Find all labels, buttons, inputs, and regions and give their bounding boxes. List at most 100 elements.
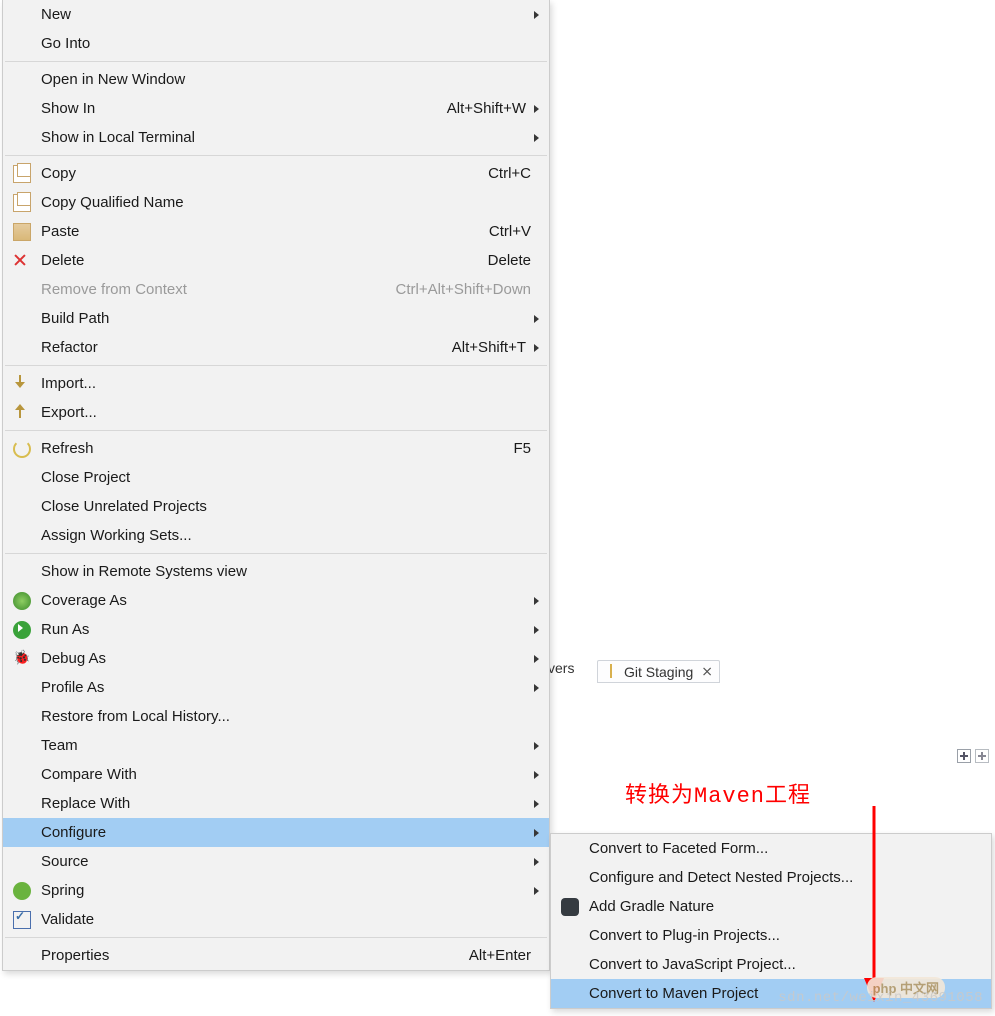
submenu-nested[interactable]: Configure and Detect Nested Projects... <box>551 863 991 892</box>
submenu-gradle-label: Add Gradle Nature <box>589 898 981 915</box>
run-icon <box>13 621 31 639</box>
menu-build-path[interactable]: Build Path <box>3 304 549 333</box>
menu-properties-label: Properties <box>41 947 469 964</box>
menu-validate-label: Validate <box>41 911 539 928</box>
submenu-arrow-icon <box>534 829 539 837</box>
menu-show-in-accel: Alt+Shift+W <box>447 100 534 117</box>
import-icon <box>13 375 31 393</box>
menu-copy-qualified-label: Copy Qualified Name <box>41 194 539 211</box>
menu-copy-accel: Ctrl+C <box>488 165 539 182</box>
refresh-icon <box>13 440 31 458</box>
validate-icon <box>13 911 31 929</box>
separator <box>5 430 547 431</box>
menu-copy-label: Copy <box>41 165 488 182</box>
menu-team-label: Team <box>41 737 534 754</box>
menu-restore-history[interactable]: Restore from Local History... <box>3 702 549 731</box>
separator <box>5 937 547 938</box>
submenu-arrow-icon <box>534 105 539 113</box>
menu-refresh-label: Refresh <box>41 440 513 457</box>
debug-icon: 🐞 <box>13 650 31 668</box>
menu-profile-as[interactable]: Profile As <box>3 673 549 702</box>
menu-delete-label: Delete <box>41 252 488 269</box>
submenu-nested-label: Configure and Detect Nested Projects... <box>589 869 981 886</box>
submenu-arrow-icon <box>534 742 539 750</box>
gradle-icon <box>561 898 579 916</box>
spring-icon <box>13 882 31 900</box>
submenu-faceted[interactable]: Convert to Faceted Form... <box>551 834 991 863</box>
menu-assign-ws[interactable]: Assign Working Sets... <box>3 521 549 550</box>
menu-close-unrelated[interactable]: Close Unrelated Projects <box>3 492 549 521</box>
add-icon[interactable] <box>957 749 971 763</box>
submenu-plugin[interactable]: Convert to Plug-in Projects... <box>551 921 991 950</box>
menu-properties[interactable]: Properties Alt+Enter <box>3 941 549 970</box>
menu-assign-ws-label: Assign Working Sets... <box>41 527 539 544</box>
submenu-arrow-icon <box>534 858 539 866</box>
menu-profile-as-label: Profile As <box>41 679 534 696</box>
menu-copy[interactable]: Copy Ctrl+C <box>3 159 549 188</box>
tab-servers-fragment[interactable]: vers <box>548 660 574 676</box>
menu-show-local-terminal[interactable]: Show in Local Terminal <box>3 123 549 152</box>
paste-icon <box>13 223 31 241</box>
menu-remove-context-accel: Ctrl+Alt+Shift+Down <box>396 281 539 298</box>
menu-delete[interactable]: Delete Delete <box>3 246 549 275</box>
menu-import-label: Import... <box>41 375 539 392</box>
submenu-arrow-icon <box>534 11 539 19</box>
menu-remove-context-label: Remove from Context <box>41 281 396 298</box>
menu-close-unrelated-label: Close Unrelated Projects <box>41 498 539 515</box>
menu-show-in[interactable]: Show In Alt+Shift+W <box>3 94 549 123</box>
git-branch-icon <box>604 664 620 680</box>
menu-spring-label: Spring <box>41 882 534 899</box>
menu-source-label: Source <box>41 853 534 870</box>
menu-show-remote-label: Show in Remote Systems view <box>41 563 539 580</box>
menu-import[interactable]: Import... <box>3 369 549 398</box>
menu-replace-with[interactable]: Replace With <box>3 789 549 818</box>
menu-copy-qualified[interactable]: Copy Qualified Name <box>3 188 549 217</box>
menu-coverage-as-label: Coverage As <box>41 592 534 609</box>
menu-open-new-window-label: Open in New Window <box>41 71 539 88</box>
submenu-js-label: Convert to JavaScript Project... <box>589 956 981 973</box>
menu-run-as[interactable]: Run As <box>3 615 549 644</box>
export-icon <box>13 404 31 422</box>
submenu-gradle[interactable]: Add Gradle Nature <box>551 892 991 921</box>
menu-export[interactable]: Export... <box>3 398 549 427</box>
tab-git-staging-label: Git Staging <box>624 664 693 680</box>
menu-configure-label: Configure <box>41 824 534 841</box>
menu-coverage-as[interactable]: Coverage As <box>3 586 549 615</box>
separator <box>5 155 547 156</box>
annotation-text: 转换为Maven工程 <box>625 777 811 809</box>
menu-open-new-window[interactable]: Open in New Window <box>3 65 549 94</box>
menu-configure[interactable]: Configure <box>3 818 549 847</box>
submenu-arrow-icon <box>534 771 539 779</box>
menu-source[interactable]: Source <box>3 847 549 876</box>
csdn-watermark: sdn.net/weixin_43691058 <box>778 990 983 1006</box>
submenu-arrow-icon <box>534 655 539 663</box>
tab-servers-text: vers <box>548 660 574 676</box>
menu-show-local-terminal-label: Show in Local Terminal <box>41 129 534 146</box>
menu-refactor-accel: Alt+Shift+T <box>452 339 534 356</box>
menu-spring[interactable]: Spring <box>3 876 549 905</box>
menu-export-label: Export... <box>41 404 539 421</box>
menu-validate[interactable]: Validate <box>3 905 549 934</box>
menu-new[interactable]: New <box>3 0 549 29</box>
tab-git-staging[interactable]: Git Staging ⨯ <box>597 660 720 683</box>
menu-debug-as-label: Debug As <box>41 650 534 667</box>
copy-icon <box>13 165 31 183</box>
menu-refresh-accel: F5 <box>513 440 539 457</box>
submenu-arrow-icon <box>534 800 539 808</box>
add-all-icon[interactable] <box>975 749 989 763</box>
menu-debug-as[interactable]: 🐞 Debug As <box>3 644 549 673</box>
delete-icon <box>13 252 31 270</box>
submenu-plugin-label: Convert to Plug-in Projects... <box>589 927 981 944</box>
menu-show-remote[interactable]: Show in Remote Systems view <box>3 557 549 586</box>
menu-show-in-label: Show In <box>41 100 447 117</box>
submenu-js[interactable]: Convert to JavaScript Project... <box>551 950 991 979</box>
close-tab-icon[interactable]: ⨯ <box>701 663 713 680</box>
menu-refresh[interactable]: Refresh F5 <box>3 434 549 463</box>
menu-compare-with[interactable]: Compare With <box>3 760 549 789</box>
submenu-arrow-icon <box>534 626 539 634</box>
menu-go-into[interactable]: Go Into <box>3 29 549 58</box>
menu-close-project[interactable]: Close Project <box>3 463 549 492</box>
menu-paste[interactable]: Paste Ctrl+V <box>3 217 549 246</box>
menu-team[interactable]: Team <box>3 731 549 760</box>
menu-refactor[interactable]: Refactor Alt+Shift+T <box>3 333 549 362</box>
